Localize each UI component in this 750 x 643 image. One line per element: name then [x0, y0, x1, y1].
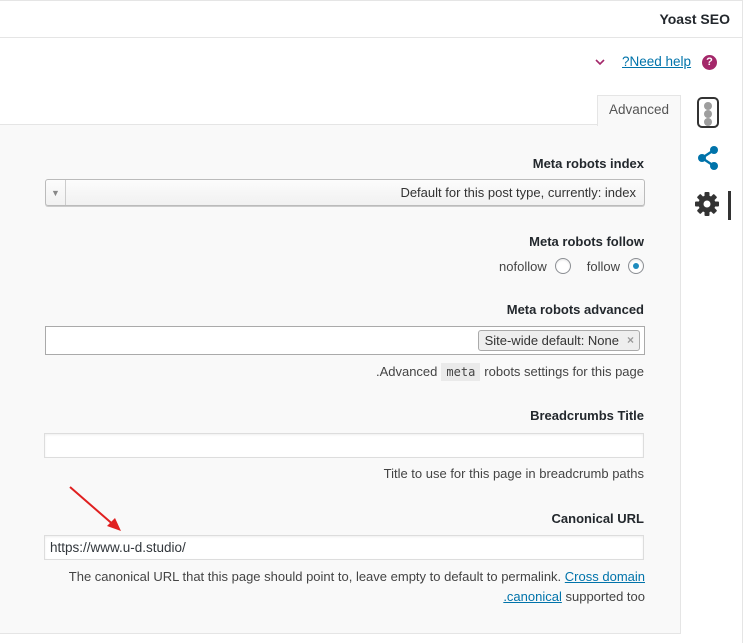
canonical-help-tail: supported too	[565, 589, 645, 604]
canonical-url-input[interactable]	[44, 535, 644, 560]
cross-domain-link[interactable]: Cross domain	[565, 569, 645, 584]
canonical-link[interactable]: .canonical	[503, 589, 562, 604]
divider	[742, 0, 743, 643]
help-suffix: robots settings for this page	[484, 364, 644, 379]
gear-icon[interactable]	[694, 191, 720, 217]
selected-chip: Site-wide default: None ×	[477, 330, 640, 351]
meta-robots-advanced-label: Meta robots advanced	[506, 302, 644, 317]
share-icon[interactable]	[695, 145, 721, 171]
tab-advanced[interactable]: Advanced	[597, 95, 681, 126]
question-mark-icon[interactable]: ?	[702, 55, 717, 70]
canonical-help-text: The canonical URL that this page should …	[68, 569, 562, 584]
nofollow-radio[interactable]	[554, 258, 571, 274]
canonical-url-label: Canonical URL	[551, 511, 644, 526]
metabox-title: Yoast SEO	[659, 11, 730, 27]
meta-robots-index-label: Meta robots index	[532, 156, 644, 171]
meta-robots-index-select[interactable]: ▼ Default for this post type, currently:…	[45, 179, 645, 206]
meta-robots-follow-options: nofollow follow	[499, 258, 644, 274]
traffic-light-icon[interactable]	[697, 97, 719, 128]
dropdown-arrow-icon: ▼	[46, 180, 66, 205]
active-tab-indicator	[728, 191, 731, 220]
help-prefix: .Advanced	[375, 364, 438, 379]
canonical-url-help: The canonical URL that this page should …	[60, 567, 645, 607]
follow-label: follow	[586, 258, 620, 274]
breadcrumbs-title-label: Breadcrumbs Title	[530, 408, 644, 423]
meta-code: meta	[441, 363, 481, 381]
nofollow-label: nofollow	[499, 258, 547, 274]
meta-robots-advanced-multiselect[interactable]: Site-wide default: None ×	[45, 326, 645, 355]
annotation-arrow-icon	[69, 486, 121, 531]
breadcrumbs-title-help: Title to use for this page in breadcrumb…	[383, 466, 644, 481]
chip-label: Site-wide default: None	[484, 333, 619, 348]
need-help-link[interactable]: ?Need help	[622, 54, 691, 69]
chevron-down-icon[interactable]	[593, 55, 607, 69]
meta-robots-advanced-help: .Advanced meta robots settings for this pa…	[375, 363, 644, 381]
remove-chip-icon[interactable]: ×	[627, 331, 634, 350]
meta-robots-follow-label: Meta robots follow	[529, 234, 644, 249]
follow-radio[interactable]	[628, 258, 644, 274]
meta-robots-index-value: Default for this post type, currently: i…	[400, 185, 636, 200]
metabox-header: Yoast SEO	[0, 0, 742, 38]
breadcrumbs-title-input[interactable]	[44, 433, 644, 458]
